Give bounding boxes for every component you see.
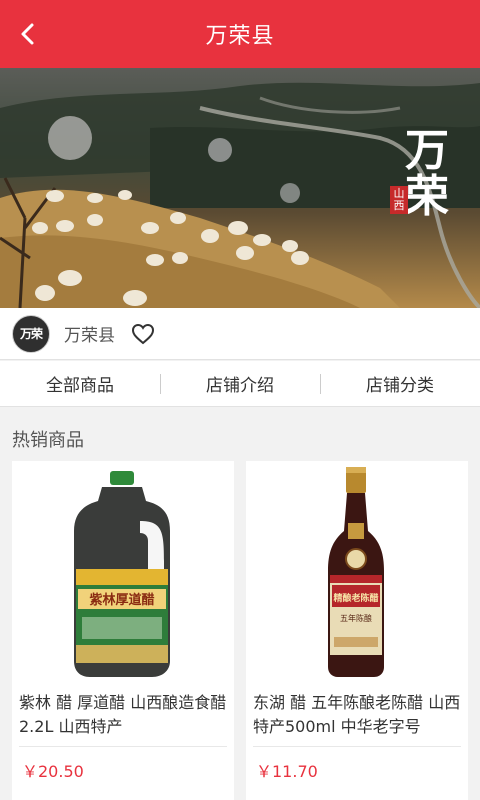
page-title: 万荣县 [205,24,275,49]
product-price: ￥20.50 [22,762,84,781]
product-image: 精酿老陈醋 五年陈酿 [246,461,468,683]
top-navigation-bar: 万荣县 [0,0,480,68]
chevron-left-icon [21,23,34,45]
tab-shop-intro[interactable]: 店铺介绍 [160,361,320,406]
product-price: ￥11.70 [256,762,318,781]
product-label-text: 精酿老陈醋 [333,592,378,604]
shop-info-bar: 万荣 万荣县 [0,308,480,360]
back-button[interactable] [12,18,44,50]
favorite-button[interactable] [131,322,155,346]
shop-name: 万荣县 [64,326,115,346]
section-title: 热销商品 [12,430,84,451]
tab-shop-categories[interactable]: 店铺分类 [320,361,480,406]
vinegar-jug-illustration: 紫林厚道醋 [74,471,170,677]
banner-seal: 山西 [390,186,408,214]
shop-banner-image: 万荣 山西 [0,68,480,308]
product-card[interactable]: 精酿老陈醋 五年陈酿 东湖 醋 五年陈酿老陈醋 山西特产500ml 中华老字号 … [246,461,468,800]
card-divider [253,746,461,747]
card-divider [19,746,227,747]
product-image: 紫林厚道醋 [12,461,234,683]
tab-all-products[interactable]: 全部商品 [0,361,160,406]
product-name: 紫林 醋 厚道醋 山西酿造食醋 2.2L 山西特产 [19,693,227,736]
product-card[interactable]: 紫林厚道醋 紫林 醋 厚道醋 山西酿造食醋 2.2L 山西特产 ￥20.50 [12,461,234,800]
shop-tabs: 全部商品 店铺介绍 店铺分类 [0,361,480,407]
product-label-text: 紫林厚道醋 [89,592,154,608]
product-name: 东湖 醋 五年陈酿老陈醋 山西特产500ml 中华老字号 [253,693,461,736]
shop-avatar[interactable]: 万荣 [12,314,50,353]
vinegar-bottle-illustration: 精酿老陈醋 五年陈酿 [328,467,384,677]
heart-outline-icon [131,323,155,344]
product-sub-label: 五年陈酿 [340,613,372,623]
